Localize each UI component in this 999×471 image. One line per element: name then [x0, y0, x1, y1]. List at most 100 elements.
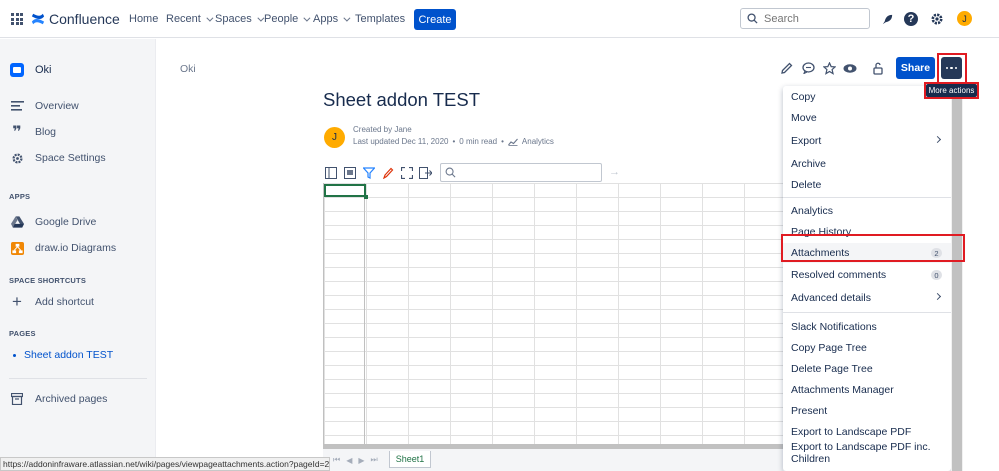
- menu-item-label: Copy: [791, 91, 816, 103]
- google-drive-icon: [10, 215, 24, 229]
- bullet-icon: [13, 353, 16, 357]
- author-avatar[interactable]: J: [324, 127, 345, 148]
- freeze-panes-icon[interactable]: [324, 167, 337, 180]
- nav-people[interactable]: People: [264, 13, 311, 25]
- user-avatar[interactable]: J: [957, 11, 972, 26]
- overview-icon: [10, 99, 24, 113]
- edit-pencil-icon[interactable]: [780, 61, 794, 75]
- confluence-logo-icon: [31, 13, 45, 25]
- space-shortcuts-heading: SPACE SHORTCUTS: [9, 276, 87, 285]
- comment-icon[interactable]: [801, 61, 815, 75]
- sheet-toolbar: [324, 165, 432, 181]
- settings-gear-icon[interactable]: [929, 11, 945, 27]
- sidebar-item-drawio[interactable]: draw.io Diagrams: [10, 241, 116, 255]
- archive-icon: [10, 392, 24, 406]
- nav-home[interactable]: Home: [129, 13, 158, 25]
- menu-item-label: Delete Page Tree: [791, 363, 873, 375]
- add-shortcut-label: Add shortcut: [35, 296, 94, 308]
- drawio-icon: [10, 241, 24, 255]
- help-icon[interactable]: ?: [904, 12, 918, 26]
- first-sheet-icon[interactable]: ⏮: [333, 455, 340, 465]
- quote-icon: ❞: [12, 124, 22, 141]
- menu-separator: [783, 312, 951, 313]
- menu-item-archive[interactable]: Archive: [783, 154, 951, 174]
- sidebar-item-label: Blog: [35, 126, 57, 138]
- sidebar-item-space-settings[interactable]: Space Settings: [10, 151, 106, 165]
- sheet-search-input[interactable]: [440, 163, 602, 182]
- sidebar-page-link[interactable]: Sheet addon TEST: [13, 349, 113, 361]
- confluence-logo[interactable]: Confluence: [31, 11, 120, 27]
- restrictions-lock-icon[interactable]: [871, 61, 885, 75]
- sidebar-item-label: Google Drive: [35, 216, 97, 228]
- menu-item-label: Slack Notifications: [791, 321, 877, 333]
- sidebar-item-archived-pages[interactable]: Archived pages: [10, 392, 107, 406]
- notifications-icon[interactable]: [879, 11, 895, 27]
- menu-item-copy-page-tree[interactable]: Copy Page Tree: [783, 338, 951, 358]
- menu-item-attachments-manager[interactable]: Attachments Manager: [783, 380, 951, 400]
- menu-scrollbar-thumb[interactable]: [952, 98, 962, 471]
- fullscreen-icon[interactable]: [400, 167, 413, 180]
- sidebar-item-blog[interactable]: ❞ Blog: [10, 124, 57, 141]
- nav-apps[interactable]: Apps: [313, 13, 351, 25]
- pen-icon[interactable]: [381, 167, 394, 180]
- search-box[interactable]: [740, 8, 870, 29]
- breadcrumb[interactable]: Oki: [180, 63, 196, 75]
- menu-item-export[interactable]: Export: [783, 131, 951, 151]
- plus-icon: +: [12, 292, 22, 311]
- nav-apps-label: Apps: [313, 13, 339, 25]
- menu-item-advanced-details[interactable]: Advanced details: [783, 288, 951, 308]
- next-sheet-icon[interactable]: ▶: [358, 456, 364, 465]
- search-icon: [445, 167, 456, 178]
- sidebar-item-overview[interactable]: Overview: [10, 99, 79, 113]
- menu-item-analytics[interactable]: Analytics: [783, 201, 951, 221]
- create-button[interactable]: Create: [414, 9, 456, 30]
- attachments-highlight: [781, 234, 965, 262]
- nav-templates[interactable]: Templates: [355, 13, 405, 25]
- menu-item-delete-page-tree[interactable]: Delete Page Tree: [783, 359, 951, 379]
- menu-item-label: Copy Page Tree: [791, 342, 867, 354]
- spreadsheet-grid[interactable]: [323, 183, 783, 445]
- nav-spaces[interactable]: Spaces: [215, 13, 265, 25]
- space-header[interactable]: Oki: [10, 63, 52, 77]
- watch-eye-icon[interactable]: [843, 61, 857, 75]
- space-name: Oki: [35, 64, 52, 76]
- menu-item-label: Export to Landscape PDF inc. Children: [791, 441, 931, 465]
- search-input[interactable]: [764, 12, 859, 25]
- menu-item-present[interactable]: Present: [783, 401, 951, 421]
- page-byline: Last updated Dec 11, 2020 • 0 min read •…: [353, 137, 554, 146]
- last-sheet-icon[interactable]: ⏭: [371, 455, 378, 465]
- sheet-tab[interactable]: Sheet1: [389, 451, 431, 468]
- page-title: Sheet addon TEST: [323, 89, 481, 110]
- menu-item-resolved-comments[interactable]: Resolved comments 0: [783, 265, 951, 285]
- menu-item-export-landscape-pdf[interactable]: Export to Landscape PDF: [783, 422, 951, 442]
- menu-item-export-landscape-pdf-children[interactable]: Export to Landscape PDF inc. Children: [783, 441, 951, 465]
- export-icon[interactable]: [419, 167, 432, 180]
- chevron-down-icon: [206, 14, 214, 22]
- filter-icon[interactable]: [362, 167, 375, 180]
- menu-separator: [783, 197, 951, 198]
- menu-item-slack-notifications[interactable]: Slack Notifications: [783, 317, 951, 337]
- image-icon[interactable]: [343, 167, 356, 180]
- menu-item-label: Resolved comments: [791, 269, 887, 281]
- analytics-link[interactable]: Analytics: [522, 137, 554, 146]
- star-icon[interactable]: [822, 61, 836, 75]
- pages-heading: PAGES: [9, 329, 36, 338]
- menu-item-label: Export to Landscape PDF: [791, 426, 912, 438]
- sidebar-item-label: Space Settings: [35, 152, 106, 164]
- menu-item-move[interactable]: Move: [783, 108, 951, 128]
- sidebar: Oki Overview ❞ Blog Space Settings APPS …: [0, 39, 156, 471]
- sidebar-page-label: Sheet addon TEST: [24, 349, 114, 361]
- menu-item-label: Export: [791, 135, 822, 147]
- selected-cell[interactable]: [324, 184, 368, 199]
- sidebar-item-google-drive[interactable]: Google Drive: [10, 215, 96, 229]
- app-switcher-icon[interactable]: [11, 13, 23, 25]
- menu-item-delete[interactable]: Delete: [783, 175, 951, 195]
- prev-sheet-icon[interactable]: ◀: [346, 456, 352, 465]
- last-updated[interactable]: Last updated Dec 11, 2020: [353, 137, 448, 146]
- nav-recent[interactable]: Recent: [166, 13, 214, 25]
- add-shortcut-button[interactable]: + Add shortcut: [10, 292, 94, 311]
- logo-text: Confluence: [49, 11, 120, 27]
- search-go-arrow-icon[interactable]: →: [609, 166, 620, 178]
- sidebar-item-label: draw.io Diagrams: [35, 242, 117, 254]
- share-button[interactable]: Share: [896, 57, 935, 79]
